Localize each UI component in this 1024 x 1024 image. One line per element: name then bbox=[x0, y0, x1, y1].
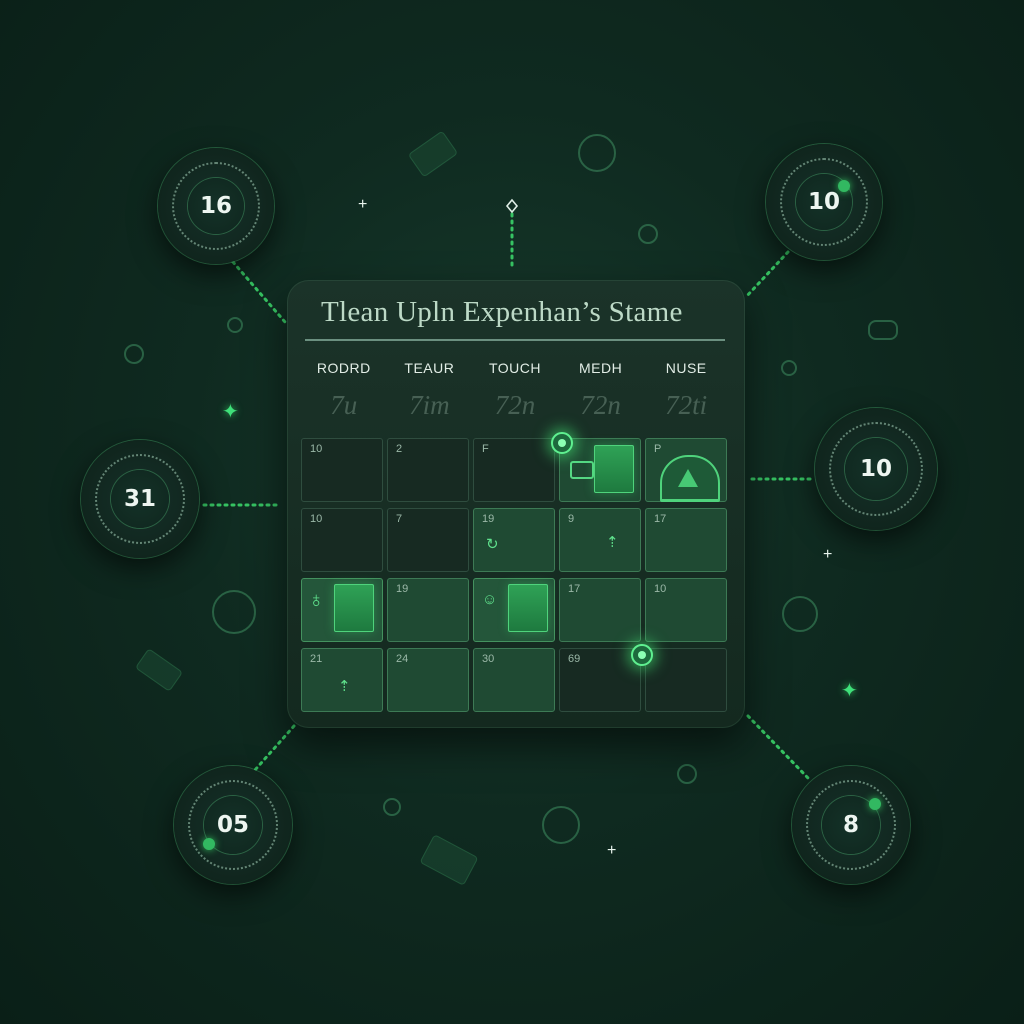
calendar-title: Tlean Upln Expenhan’s Stame bbox=[321, 296, 683, 328]
day-number: P bbox=[654, 443, 662, 455]
date-badge-bottom-left[interactable]: 05 bbox=[174, 766, 292, 884]
calendar-day-cell[interactable]: 10 bbox=[301, 438, 383, 502]
day-number: F bbox=[482, 443, 489, 455]
badge-number: 8 bbox=[842, 812, 859, 838]
dome-event-icon[interactable] bbox=[660, 455, 720, 502]
sparkle-icon: + bbox=[823, 546, 833, 563]
day-number: 69 bbox=[568, 653, 581, 665]
date-header: 7u 7im 72n 72n 72ti bbox=[301, 390, 729, 421]
compass-icon bbox=[638, 224, 658, 244]
arrow-up-icon: ⇡ bbox=[338, 678, 351, 695]
date-label: 7im bbox=[409, 390, 450, 420]
calendar-day-cell[interactable]: 30 bbox=[473, 648, 555, 712]
gear-icon bbox=[227, 317, 243, 333]
refresh-icon: ↻ bbox=[486, 536, 499, 553]
connector-bottom-right bbox=[746, 714, 810, 780]
calendar-pin-icon[interactable] bbox=[631, 644, 653, 666]
calendar-day-cell[interactable]: 24 bbox=[387, 648, 469, 712]
calendar-day-cell[interactable]: 19 bbox=[387, 578, 469, 642]
day-number: 9 bbox=[568, 513, 575, 525]
calendar-day-cell[interactable]: 21 ⇡ bbox=[301, 648, 383, 712]
badge-number: 05 bbox=[216, 812, 249, 838]
bag-icon: ♁ bbox=[308, 587, 325, 612]
diamond-icon bbox=[505, 198, 519, 214]
day-number: 30 bbox=[482, 653, 495, 665]
weekday-header: RODRD TEAUR TOUCH MEDH NUSE bbox=[301, 360, 729, 376]
date-badge-mid-left[interactable]: 31 bbox=[81, 440, 199, 558]
day-number: 2 bbox=[396, 443, 403, 455]
day-number: 17 bbox=[654, 513, 667, 525]
robot-icon: ☺ bbox=[482, 591, 498, 608]
calendar-day-cell[interactable]: 10 bbox=[301, 508, 383, 572]
day-number: 10 bbox=[310, 513, 323, 525]
calendar-day-cell[interactable]: 19 ↻ bbox=[473, 508, 555, 572]
arrow-up-icon: ⇡ bbox=[606, 534, 619, 551]
calendar-day-cell[interactable]: 9 ⇡ bbox=[559, 508, 641, 572]
connector-top-right bbox=[743, 250, 790, 300]
day-number: 19 bbox=[396, 583, 409, 595]
date-label: 72n bbox=[580, 390, 621, 420]
day-number: 7 bbox=[396, 513, 403, 525]
day-number: 24 bbox=[396, 653, 409, 665]
date-label: 7u bbox=[330, 390, 358, 420]
calendar-day-cell[interactable]: 17 bbox=[559, 578, 641, 642]
weekday-label: TEAUR bbox=[404, 360, 455, 376]
calendar-day-cell[interactable]: ☺ bbox=[473, 578, 555, 642]
calendar-day-cell[interactable]: 7 bbox=[387, 508, 469, 572]
calendar-day-cell[interactable]: ♁ bbox=[301, 578, 383, 642]
cog-icon bbox=[124, 344, 144, 364]
event-block[interactable] bbox=[508, 584, 548, 632]
shield-icon bbox=[383, 798, 401, 816]
badge-number: 16 bbox=[199, 193, 232, 219]
event-icon bbox=[570, 461, 594, 479]
clock-icon bbox=[212, 590, 256, 634]
date-label: 72ti bbox=[665, 390, 708, 420]
flask-icon bbox=[578, 134, 616, 172]
calendar-day-cell[interactable]: 69 bbox=[559, 648, 641, 712]
sparkle-icon: + bbox=[358, 196, 368, 213]
date-badge-bottom-right[interactable]: 8 bbox=[792, 766, 910, 884]
badge-number: 31 bbox=[123, 486, 156, 512]
status-dot bbox=[203, 838, 215, 850]
day-number: 10 bbox=[654, 583, 667, 595]
connector-bottom-left bbox=[253, 724, 296, 772]
status-dot bbox=[869, 798, 881, 810]
lock-icon bbox=[677, 764, 697, 784]
day-number: 19 bbox=[482, 513, 495, 525]
event-block[interactable] bbox=[334, 584, 374, 632]
event-block[interactable] bbox=[594, 445, 634, 493]
date-badge-top-left[interactable]: 16 bbox=[158, 148, 274, 264]
calendar-card: Tlean Upln Expenhan’s Stame RODRD TEAUR … bbox=[287, 280, 745, 728]
calendar-day-cell[interactable] bbox=[645, 648, 727, 712]
date-badge-mid-right[interactable]: 10 bbox=[815, 408, 937, 530]
weekday-label: RODRD bbox=[316, 360, 371, 376]
mug-icon bbox=[542, 806, 580, 844]
magnifier-icon bbox=[782, 596, 818, 632]
calendar-pin-icon[interactable] bbox=[551, 432, 573, 454]
weekday-label: NUSE bbox=[665, 360, 707, 376]
calendar-day-cell[interactable]: 10 bbox=[645, 578, 727, 642]
day-number: 10 bbox=[310, 443, 323, 455]
toggle-icon bbox=[868, 320, 898, 340]
badge-number: 10 bbox=[807, 189, 840, 215]
sparkle-icon: + bbox=[607, 842, 617, 859]
day-number: 17 bbox=[568, 583, 581, 595]
date-label: 72n bbox=[494, 390, 536, 420]
title-divider bbox=[305, 339, 725, 341]
date-badge-top-right[interactable]: 10 bbox=[766, 144, 882, 260]
day-number: 21 bbox=[310, 653, 323, 665]
calendar-day-cell[interactable]: 17 bbox=[645, 508, 727, 572]
badge-number: 10 bbox=[859, 456, 892, 482]
calendar-day-cell[interactable]: 2 bbox=[387, 438, 469, 502]
calendar-day-cell[interactable]: P bbox=[645, 438, 727, 502]
status-dot bbox=[838, 180, 850, 192]
dot-icon bbox=[781, 360, 797, 376]
weekday-label: TOUCH bbox=[488, 360, 541, 376]
calendar-grid: 10 2 F P 10 7 19 ↻ 9 ⇡ 17 ♁ 19 ☺ 17 10 2… bbox=[301, 438, 727, 714]
calendar-day-cell[interactable]: F bbox=[473, 438, 555, 502]
sparkle-icon: ✦ bbox=[222, 401, 239, 423]
connector-top-left bbox=[231, 260, 287, 324]
sparkle-icon: ✦ bbox=[841, 680, 858, 702]
weekday-label: MEDH bbox=[578, 360, 623, 376]
